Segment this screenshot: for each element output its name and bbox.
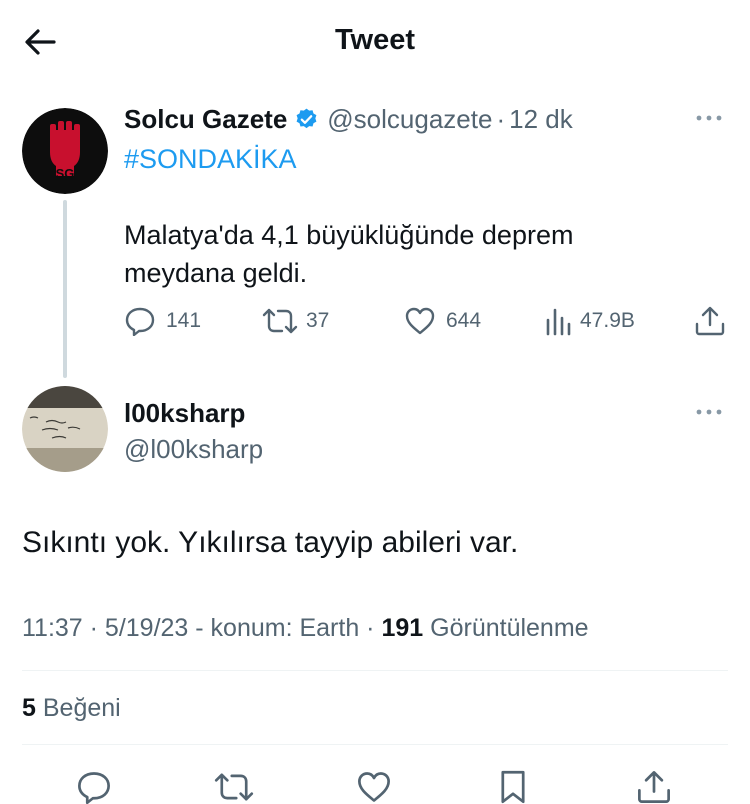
share-icon xyxy=(695,306,725,336)
divider xyxy=(22,744,728,745)
reply-icon xyxy=(125,307,155,336)
views-label: Görüntülenme xyxy=(430,614,589,642)
verified-icon xyxy=(294,107,319,132)
tweet-text-line: meydana geldi. xyxy=(124,258,308,288)
hashtag-link[interactable]: #SONDAKİKA xyxy=(124,144,297,175)
avatar[interactable] xyxy=(22,386,108,472)
display-name[interactable]: Solcu Gazete xyxy=(124,104,287,135)
display-name[interactable]: l00ksharp xyxy=(124,398,245,429)
share-button[interactable] xyxy=(636,770,672,804)
tweet-timestamp[interactable]: 11:37 · 5/19/23 - konum: Earth · xyxy=(22,614,375,642)
thread-line xyxy=(63,200,67,378)
handle[interactable]: @solcugazete xyxy=(327,104,492,135)
retweet-count: 37 xyxy=(306,309,330,332)
retweet-icon xyxy=(262,308,298,334)
like-icon xyxy=(405,307,435,335)
timestamp[interactable]: 12 dk xyxy=(509,104,573,135)
retweet-button[interactable]: 37 xyxy=(262,306,329,336)
like-count: 644 xyxy=(446,309,482,332)
reply-button[interactable] xyxy=(76,770,112,804)
likes-number: 5 xyxy=(22,694,36,722)
tweet-actions: 141 37 644 47.9B xyxy=(124,306,728,338)
separator: · xyxy=(496,104,506,134)
retweet-button[interactable] xyxy=(214,770,254,804)
divider xyxy=(22,670,728,671)
more-icon xyxy=(696,115,722,121)
views-button[interactable]: 47.9B xyxy=(544,306,635,336)
likes-label: Beğeni xyxy=(42,694,121,722)
reply-icon xyxy=(78,772,110,804)
like-icon xyxy=(358,772,390,802)
more-button[interactable] xyxy=(694,402,724,422)
reply-count: 141 xyxy=(166,309,202,332)
views-icon xyxy=(546,308,571,336)
tweet-meta: 11:37 · 5/19/23 - konum: Earth · 191 Gör… xyxy=(22,614,589,643)
avatar[interactable]: SG xyxy=(22,108,108,194)
bookmark-icon xyxy=(501,770,525,804)
retweet-icon xyxy=(214,773,254,801)
bookmark-button[interactable] xyxy=(498,770,528,804)
share-button[interactable] xyxy=(694,306,726,336)
views-number: 191 xyxy=(381,614,424,642)
quoted-tweet-header: Solcu Gazete @solcugazete · 12 dk xyxy=(124,104,573,135)
reply-tweet-text: Sıkıntı yok. Yıkılırsa tayyip abileri va… xyxy=(22,526,519,559)
like-button[interactable] xyxy=(356,770,392,804)
share-icon xyxy=(638,771,670,803)
more-button[interactable] xyxy=(694,108,724,128)
bottom-action-bar xyxy=(0,768,750,804)
views-count: 47.9B xyxy=(580,309,635,332)
reply-button[interactable]: 141 xyxy=(124,306,201,336)
likes-summary[interactable]: 5 Beğeni xyxy=(22,694,121,723)
page-title: Tweet xyxy=(334,24,416,56)
like-button[interactable]: 644 xyxy=(404,306,481,336)
more-icon xyxy=(696,409,722,415)
quoted-tweet-text: Malatya'da 4,1 büyüklüğünde deprem meyda… xyxy=(124,216,704,292)
avatar-label: SG xyxy=(56,166,75,181)
tweet-text-line: Malatya'da 4,1 büyüklüğünde deprem xyxy=(124,220,574,250)
handle[interactable]: @l00ksharp xyxy=(124,434,263,465)
